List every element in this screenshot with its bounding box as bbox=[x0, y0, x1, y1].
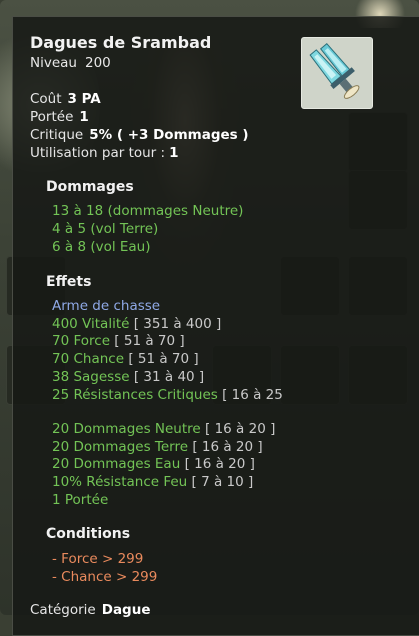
item-icon-frame bbox=[301, 37, 373, 109]
damage-line: 6 à 8 (vol Eau) bbox=[52, 239, 151, 255]
effect-line: 70 Chance [ 51 à 70 ] bbox=[52, 351, 199, 367]
crit-label: Critique bbox=[30, 127, 84, 143]
effect-line: 400 Vitalité [ 351 à 400 ] bbox=[52, 316, 222, 332]
effect-line: 20 Dommages Terre [ 16 à 20 ] bbox=[52, 439, 263, 455]
crit-value: 5% ( +3 Dommages ) bbox=[89, 127, 249, 143]
condition-line: - Chance > 299 bbox=[52, 569, 158, 585]
category: Catégorie Dague bbox=[30, 602, 150, 618]
uses-label: Utilisation par tour : bbox=[30, 145, 166, 161]
category-label: Catégorie bbox=[30, 602, 96, 618]
cost-label: Coût bbox=[30, 91, 62, 107]
category-value: Dague bbox=[101, 602, 151, 618]
effect-line: 38 Sagesse [ 31 à 40 ] bbox=[52, 369, 205, 385]
level-value: 200 bbox=[84, 55, 111, 71]
damage-line: 13 à 18 (dommages Neutre) bbox=[52, 203, 244, 219]
level-label: Niveau bbox=[30, 55, 77, 71]
crystal-daggers-icon bbox=[309, 43, 360, 99]
effect-line: 25 Résistances Critiques [ 16 à 25 bbox=[52, 387, 283, 403]
damage-title: Dommages bbox=[46, 179, 134, 195]
range-label: Portée bbox=[30, 109, 74, 125]
effect-line: 20 Dommages Neutre [ 16 à 20 ] bbox=[52, 421, 276, 437]
item-level: Niveau 200 bbox=[30, 55, 111, 71]
effect-line: 1 Portée bbox=[52, 492, 109, 508]
effect-line: 70 Force [ 51 à 70 ] bbox=[52, 333, 185, 349]
range-stat: Portée 1 bbox=[30, 109, 89, 125]
item-name: Dagues de Srambad bbox=[30, 33, 212, 52]
condition-line: - Force > 299 bbox=[52, 551, 144, 567]
range-value: 1 bbox=[79, 109, 89, 125]
effects-title: Effets bbox=[46, 274, 92, 290]
cost-stat: Coût 3 PA bbox=[30, 91, 101, 107]
effect-line: 20 Dommages Eau [ 16 à 20 ] bbox=[52, 456, 255, 472]
cost-value: 3 PA bbox=[67, 91, 101, 107]
damage-line: 4 à 5 (vol Terre) bbox=[52, 221, 159, 237]
uses-value: 1 bbox=[169, 145, 179, 161]
weapon-type: Arme de chasse bbox=[52, 298, 161, 314]
conditions-title: Conditions bbox=[46, 526, 131, 542]
crit-stat: Critique 5% ( +3 Dommages ) bbox=[30, 127, 249, 143]
effect-line: 10% Résistance Feu [ 7 à 10 ] bbox=[52, 474, 254, 490]
uses-stat: Utilisation par tour :1 bbox=[30, 145, 178, 161]
